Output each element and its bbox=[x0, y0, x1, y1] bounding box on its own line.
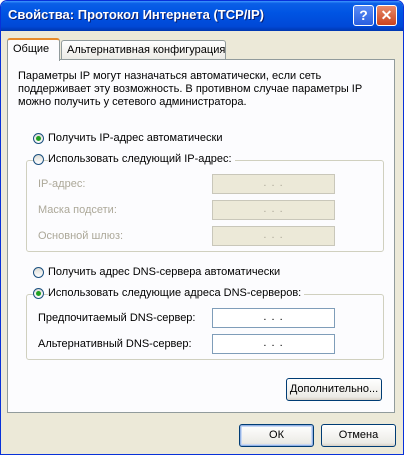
dns-auto-radio[interactable] bbox=[33, 266, 44, 278]
default-gateway-label: Основной шлюз: bbox=[38, 230, 124, 242]
ip-auto-option[interactable]: Получить IP-адрес автоматически bbox=[33, 132, 222, 144]
advanced-button[interactable]: Дополнительно... bbox=[286, 378, 382, 401]
preferred-dns-label: Предпочитаемый DNS-сервер: bbox=[38, 312, 196, 324]
ip-auto-radio[interactable] bbox=[33, 132, 44, 144]
ok-button[interactable]: ОК bbox=[239, 424, 314, 447]
ip-auto-label: Получить IP-адрес автоматически bbox=[48, 132, 223, 144]
tab-general[interactable]: Общие bbox=[7, 38, 60, 61]
cancel-button[interactable]: Отмена bbox=[321, 424, 396, 447]
title-bar[interactable]: Свойства: Протокол Интернета (TCP/IP) ? … bbox=[1, 1, 403, 31]
ip-manual-option[interactable]: Использовать следующий IP-адрес: bbox=[33, 153, 235, 165]
intro-text: Параметры IP могут назначаться автоматич… bbox=[18, 70, 362, 108]
subnet-mask-label: Маска подсети: bbox=[38, 204, 117, 216]
general-tab-panel: Параметры IP могут назначаться автоматич… bbox=[7, 59, 395, 413]
dns-auto-option[interactable]: Получить адрес DNS-сервера автоматически bbox=[33, 266, 280, 278]
ip-address-input[interactable]: . . . bbox=[212, 174, 335, 194]
tcpip-properties-dialog: Свойства: Протокол Интернета (TCP/IP) ? … bbox=[0, 0, 404, 455]
dns-manual-radio[interactable] bbox=[33, 287, 44, 299]
dns-manual-label: Использовать следующие адреса DNS-сервер… bbox=[48, 287, 305, 299]
dns-auto-label: Получить адрес DNS-сервера автоматически bbox=[48, 266, 281, 278]
preferred-dns-input[interactable]: . . . bbox=[212, 308, 335, 328]
close-button[interactable]: ✕ bbox=[376, 5, 397, 26]
window-title: Свойства: Протокол Интернета (TCP/IP) bbox=[8, 7, 264, 22]
tab-alternate-configuration[interactable]: Альтернативная конфигурация bbox=[61, 40, 226, 59]
ip-manual-label: Использовать следующий IP-адрес: bbox=[48, 153, 235, 165]
dns-manual-option[interactable]: Использовать следующие адреса DNS-сервер… bbox=[33, 287, 305, 299]
help-button[interactable]: ? bbox=[353, 5, 374, 26]
subnet-mask-input[interactable]: . . . bbox=[212, 200, 335, 220]
ip-manual-radio[interactable] bbox=[33, 153, 44, 165]
alternate-dns-label: Альтернативный DNS-сервер: bbox=[38, 338, 192, 350]
ip-address-label: IP-адрес: bbox=[38, 178, 86, 190]
default-gateway-input[interactable]: . . . bbox=[212, 226, 335, 246]
alternate-dns-input[interactable]: . . . bbox=[212, 334, 335, 354]
